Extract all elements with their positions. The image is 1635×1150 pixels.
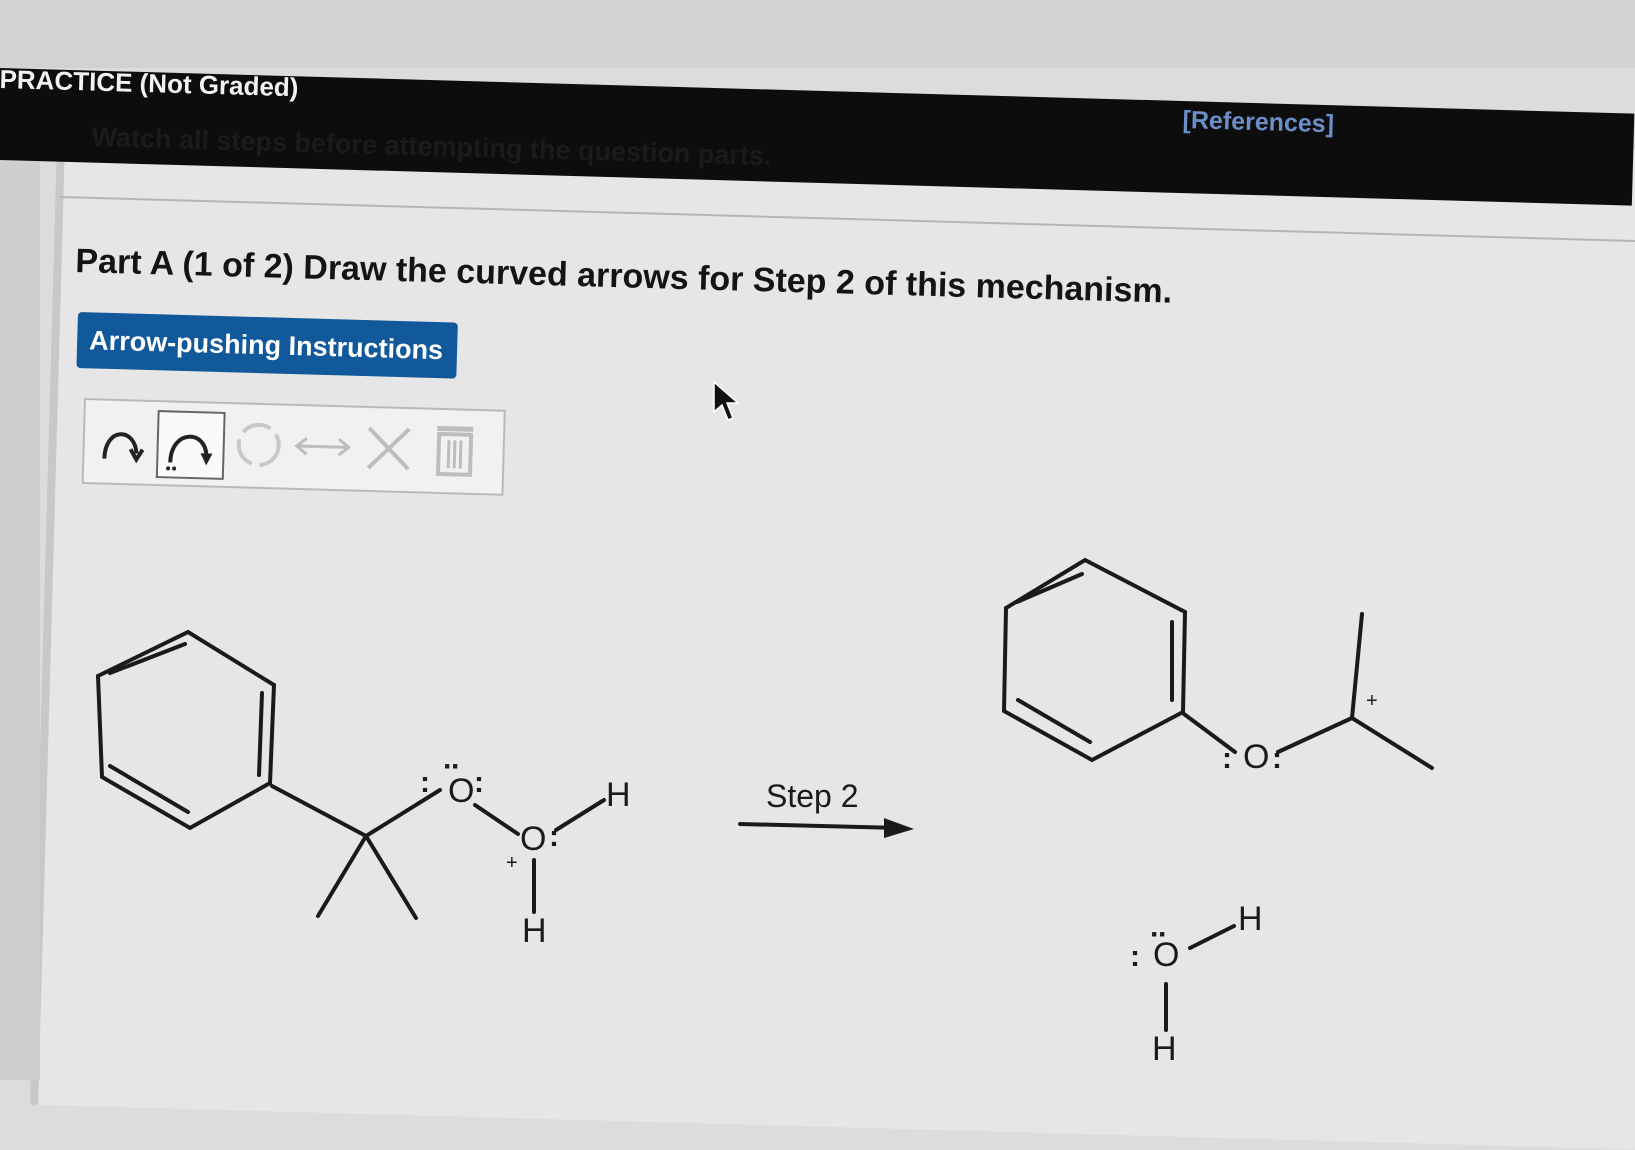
water-h-bottom: H <box>1152 1030 1177 1068</box>
mechanism-drawing <box>95 557 1434 1032</box>
step-2-label: Step 2 <box>766 778 859 814</box>
step-arrow-head <box>884 818 914 838</box>
step-arrow-line <box>738 822 902 830</box>
carbocation-methyl-right <box>1350 716 1434 770</box>
reactant-h-top: H <box>606 776 631 814</box>
carbocation-plus-charge: + <box>1366 690 1378 712</box>
water-h-bond <box>1188 924 1236 950</box>
lone-pair-dots: : <box>1222 742 1232 775</box>
product-ether-oxygen: O <box>1243 738 1270 776</box>
carbon-oxygen-bond <box>364 788 442 838</box>
reactant-benzene-ring <box>95 629 277 831</box>
ring-to-carbon-bond <box>270 784 368 838</box>
lone-pair-dots: : <box>1272 742 1282 775</box>
o-o-bond <box>473 803 520 836</box>
product-benzene-ring <box>1001 557 1188 763</box>
water-h-top: H <box>1238 900 1263 938</box>
lone-pair-dots: ·· <box>443 750 461 783</box>
lone-pair-dots: : <box>420 766 430 799</box>
carbocation-methyl-up <box>1350 612 1364 720</box>
lone-pair-dots: : <box>549 820 559 853</box>
methyl-bond-right <box>364 834 418 920</box>
lone-pair-dots: ·· <box>1150 918 1168 951</box>
oxonium-oxygen: O <box>520 820 547 858</box>
reactant-h-bottom: H <box>522 912 547 950</box>
oxonium-h-bond <box>554 798 606 832</box>
lone-pair-dots: : <box>474 766 484 799</box>
oxonium-plus-charge: + <box>506 852 518 874</box>
methyl-bond-left <box>316 834 368 918</box>
lone-pair-dots: : <box>1130 940 1140 973</box>
oxygen-carbon-bond <box>1276 716 1354 754</box>
